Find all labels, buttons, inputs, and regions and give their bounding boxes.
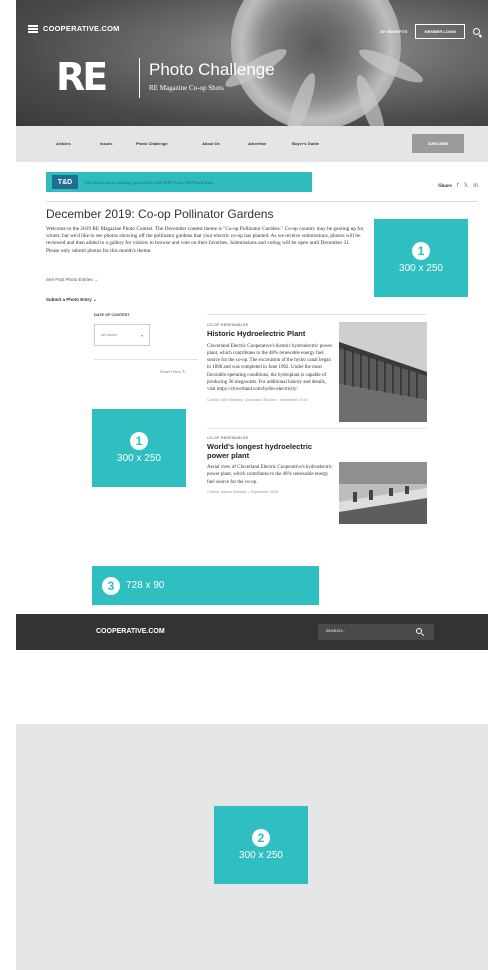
filter-selected-value: All Issues xyxy=(101,333,118,337)
card-description: Aerial view of Cloverland Electric Coope… xyxy=(207,465,333,485)
submit-entry-toggle[interactable]: Submit a Photo Entry ⌄ xyxy=(46,297,97,303)
my-benefits-link[interactable]: MY BENEFITS xyxy=(381,29,408,34)
ad-slot-300x250[interactable]: 1 300 x 250 xyxy=(92,409,186,487)
footer: COOPERATIVE.COM SEARCH... xyxy=(16,614,488,650)
nav-photo-challenge[interactable]: Photo Challenge xyxy=(136,141,168,146)
sponsor-logo: T&D xyxy=(52,175,78,189)
logo-divider xyxy=(139,58,140,98)
divider xyxy=(94,359,198,360)
ad-number: 3 xyxy=(102,576,120,595)
twitter-icon[interactable]: 𝕏 xyxy=(463,182,468,189)
refresh-icon: ↻ xyxy=(182,370,186,374)
card-category: CO-OP RENEWABLES xyxy=(207,436,249,440)
hamburger-menu-icon[interactable] xyxy=(28,24,38,33)
contest-intro: Welcome to the 2019 RE Magazine Photo Co… xyxy=(46,226,364,254)
nav-articles[interactable]: Articles xyxy=(56,141,71,146)
sponsor-banner[interactable]: T&D This Month's photo challenge sponsor… xyxy=(46,172,312,192)
card-title[interactable]: Historic Hydroelectric Plant xyxy=(207,329,333,339)
page-heading: Photo Challenge xyxy=(149,60,275,79)
ad-size: 300 x 250 xyxy=(239,850,283,861)
ad-number: 1 xyxy=(412,242,430,260)
hydroelectric-plant-photo[interactable] xyxy=(339,322,427,422)
divider xyxy=(207,428,427,429)
chevron-down-icon: ⌄ xyxy=(93,297,97,302)
card-credit: Credits: Allie Brawley, Cloverland Elect… xyxy=(207,397,308,402)
member-login-button[interactable]: MEMBER LOGIN xyxy=(415,24,465,39)
divider xyxy=(46,201,478,202)
nav-buyers-guide[interactable]: Buyer's Guide xyxy=(292,141,319,146)
facebook-icon[interactable]: f xyxy=(457,183,459,189)
card-description: Cloverland Electric Cooperative's histor… xyxy=(207,343,333,393)
reset-filters-label: Reset Filters xyxy=(160,370,182,374)
aerial-plant-photo[interactable] xyxy=(339,462,427,524)
card-credit: Credits: Allison Brawley • September 201… xyxy=(207,489,279,494)
caret-down-icon: ▾ xyxy=(141,333,143,338)
hero-banner: COOPERATIVE.COM MY BENEFITS MEMBER LOGIN… xyxy=(16,0,488,126)
footer-brand[interactable]: COOPERATIVE.COM xyxy=(96,628,165,635)
re-logo[interactable]: RE xyxy=(56,58,108,96)
ad-size: 300 x 250 xyxy=(399,263,443,274)
reset-filters-link[interactable]: Reset Filters ↻ xyxy=(160,369,186,374)
date-filter-select[interactable]: All Issues ▾ xyxy=(94,324,150,346)
ad-slot-300x250[interactable]: 2 300 x 250 xyxy=(214,806,308,884)
subscribe-button[interactable]: SUBSCRIBE xyxy=(412,134,464,153)
contest-title: December 2019: Co-op Pollinator Gardens xyxy=(46,207,274,221)
brand[interactable]: COOPERATIVE.COM xyxy=(28,24,120,33)
main-nav: Articles Issues Photo Challenge About Us… xyxy=(16,126,488,162)
footer-search-input[interactable]: SEARCH... xyxy=(318,624,434,640)
nav-issues[interactable]: Issues xyxy=(100,141,112,146)
card-category: CO-OP RENEWABLES xyxy=(207,323,249,327)
nav-advertise[interactable]: Advertise xyxy=(248,141,266,146)
submit-entry-label: Submit a Photo Entry xyxy=(46,297,92,302)
ad-slot-728x90[interactable]: 3 728 x 90 xyxy=(92,566,319,605)
ad-slot-300x250[interactable]: 1 300 x 250 xyxy=(374,219,468,297)
search-placeholder: SEARCH... xyxy=(326,629,346,633)
share-bar: Share f 𝕏 in xyxy=(438,182,478,190)
sponsor-text: This Month's photo challenge sponsored b… xyxy=(84,179,215,185)
ad-number: 2 xyxy=(252,829,270,847)
header-actions: MY BENEFITS MEMBER LOGIN xyxy=(381,24,480,39)
share-label: Share xyxy=(438,182,452,189)
divider xyxy=(207,314,427,315)
photo-card[interactable]: CO-OP RENEWABLES Historic Hydroelectric … xyxy=(207,323,333,402)
brand-name[interactable]: COOPERATIVE.COM xyxy=(43,24,120,33)
past-entries-link[interactable]: See Past Photo Entries → xyxy=(46,277,98,282)
linkedin-icon[interactable]: in xyxy=(473,183,478,189)
page-subheading: RE Magazine Co-op Shots xyxy=(149,84,224,92)
filter-label: DATE OF CONTEST xyxy=(94,313,130,317)
ad-size: 728 x 90 xyxy=(126,580,165,591)
search-icon[interactable] xyxy=(416,628,422,634)
ad-number: 1 xyxy=(130,432,148,450)
nav-about-us[interactable]: About Us xyxy=(202,141,220,146)
search-icon[interactable] xyxy=(473,28,480,35)
card-title[interactable]: World's longest hydroelectric power plan… xyxy=(207,442,335,460)
photo-card[interactable]: CO-OP RENEWABLES World's longest hydroel… xyxy=(207,436,335,494)
ad-size: 300 x 250 xyxy=(117,453,161,464)
